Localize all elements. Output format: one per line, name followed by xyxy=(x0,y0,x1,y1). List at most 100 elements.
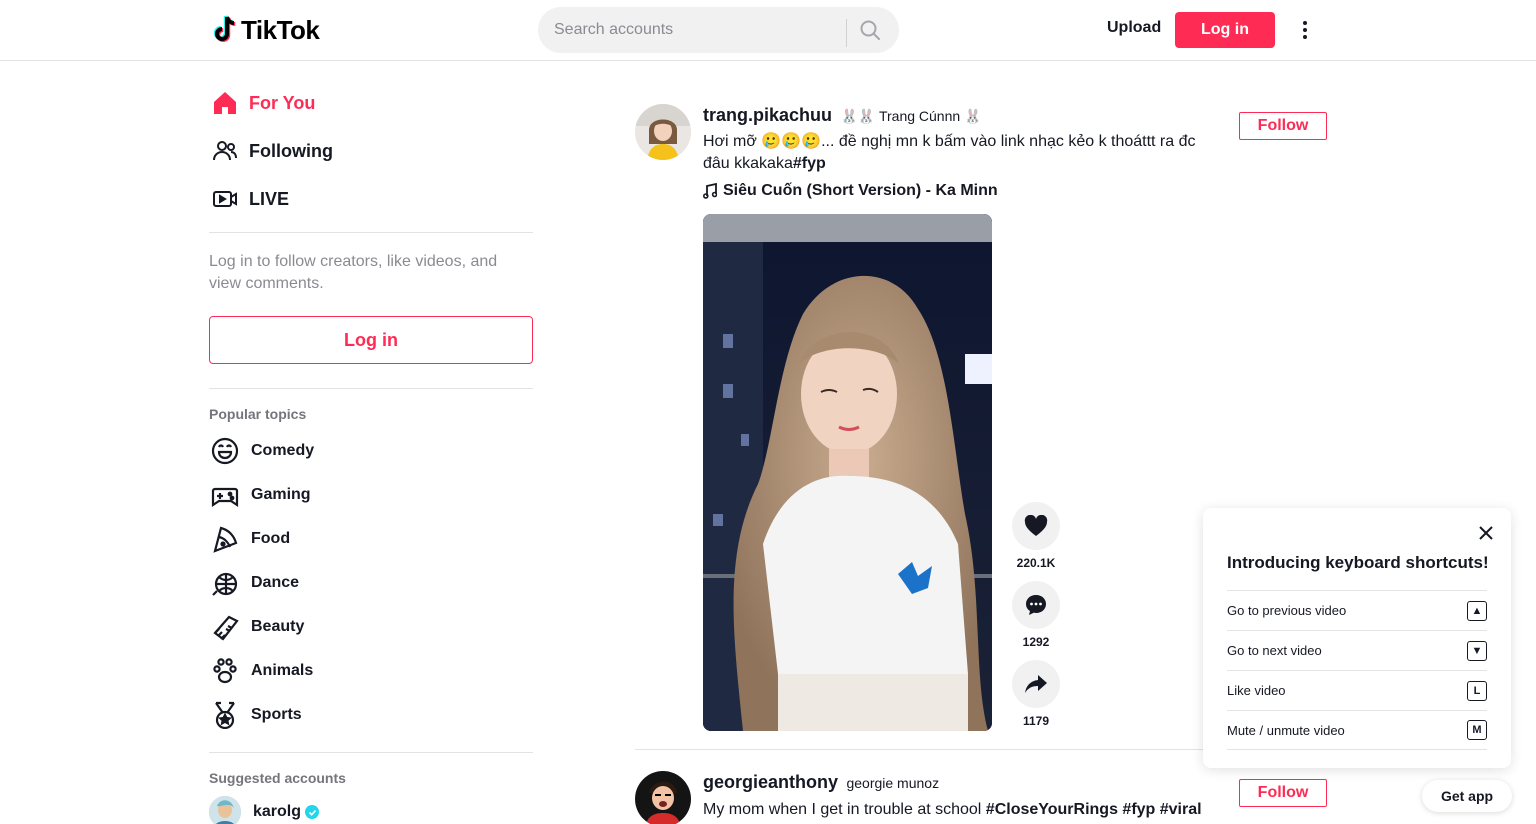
l-key-icon: L xyxy=(1467,680,1487,701)
share-icon xyxy=(1025,675,1047,693)
author-nickname[interactable]: georgie munoz xyxy=(846,775,939,791)
header-login-button[interactable]: Log in xyxy=(1175,12,1275,48)
topic-label: Gaming xyxy=(251,486,311,503)
comment-icon xyxy=(1026,595,1046,615)
share-button[interactable] xyxy=(1012,660,1060,708)
author-username[interactable]: georgieanthony xyxy=(703,772,838,792)
sidebar: For You Following LIVE Log in to follow … xyxy=(209,61,533,824)
popular-topics-title: Popular topics xyxy=(209,406,307,422)
suggested-accounts-title: Suggested accounts xyxy=(209,770,346,786)
like-action: 220.1K xyxy=(1012,502,1060,570)
live-icon xyxy=(209,183,241,215)
comment-count: 1292 xyxy=(1022,635,1050,649)
music-link[interactable]: Siêu Cuốn (Short Version) - Ka Minn xyxy=(703,182,998,200)
search-button[interactable] xyxy=(856,18,884,42)
music-note-icon xyxy=(703,183,717,199)
search-input[interactable] xyxy=(554,7,844,53)
follow-button[interactable]: Follow xyxy=(1239,779,1327,807)
nav-label: LIVE xyxy=(249,188,290,209)
avatar[interactable] xyxy=(635,104,691,160)
topic-label: Beauty xyxy=(251,618,305,635)
topic-dance[interactable]: Dance xyxy=(209,565,533,601)
author-line: trang.pikachuu 🐰🐰 Trang Cúnnn 🐰 xyxy=(703,105,982,126)
topic-label: Animals xyxy=(251,662,314,679)
like-count: 220.1K xyxy=(1016,556,1056,570)
brand-name: TikTok xyxy=(241,14,320,45)
avatar[interactable] xyxy=(635,771,691,824)
sidebar-divider xyxy=(209,752,533,753)
author-username[interactable]: trang.pikachuu xyxy=(703,105,832,125)
topic-beauty[interactable]: Beauty xyxy=(209,609,533,645)
home-icon xyxy=(209,87,241,119)
food-icon xyxy=(209,523,241,555)
nav-label: Following xyxy=(249,140,333,161)
search-bar xyxy=(538,7,899,53)
gaming-icon xyxy=(209,479,241,511)
shortcut-row: Go to next video ▼ xyxy=(1227,630,1487,670)
upload-link[interactable]: Upload xyxy=(1107,19,1161,37)
verified-badge-icon xyxy=(305,805,320,819)
like-button[interactable] xyxy=(1012,502,1060,550)
post-caption: My mom when I get in trouble at school #… xyxy=(703,799,1203,821)
post-caption: Hơi mỡ 🥲🥲🥲... đề nghị mn k bấm vào link … xyxy=(703,131,1203,175)
suggested-account[interactable]: karolg xyxy=(209,796,320,824)
comment-action: 1292 xyxy=(1012,581,1060,649)
shortcut-row: Mute / unmute video M xyxy=(1227,710,1487,750)
topic-comedy[interactable]: Comedy xyxy=(209,433,533,469)
sidebar-login-button[interactable]: Log in xyxy=(209,316,533,364)
dance-icon xyxy=(209,567,241,599)
shortcut-label: Go to next video xyxy=(1227,643,1322,658)
shortcut-row: Go to previous video ▲ xyxy=(1227,590,1487,630)
share-count: 1179 xyxy=(1022,714,1050,728)
topic-label: Comedy xyxy=(251,442,315,459)
topic-label: Food xyxy=(251,530,291,547)
m-key-icon: M xyxy=(1467,720,1487,740)
shortcut-label: Mute / unmute video xyxy=(1227,722,1345,738)
heart-icon xyxy=(1024,515,1048,536)
hashtag-link[interactable]: #CloseYourRings #fyp #viral xyxy=(986,801,1202,818)
author-line: georgieanthony georgie munoz xyxy=(703,772,939,793)
close-icon xyxy=(1479,526,1493,540)
search-divider xyxy=(846,19,847,47)
share-action: 1179 xyxy=(1012,660,1060,728)
shortcuts-title: Introducing keyboard shortcuts! xyxy=(1227,553,1489,572)
topic-label: Sports xyxy=(251,706,302,723)
tiktok-note-icon xyxy=(213,15,236,42)
shortcut-row: Like video L xyxy=(1227,670,1487,710)
sidebar-divider xyxy=(209,232,533,233)
topic-gaming[interactable]: Gaming xyxy=(209,477,533,513)
video-player[interactable] xyxy=(703,214,992,731)
nav-for-you[interactable]: For You xyxy=(209,83,533,123)
follow-button[interactable]: Follow xyxy=(1239,112,1327,140)
keyboard-shortcuts-popup: Introducing keyboard shortcuts! Go to pr… xyxy=(1203,508,1511,768)
sidebar-divider xyxy=(209,388,533,389)
nav-label: For You xyxy=(249,92,316,113)
shortcut-label: Like video xyxy=(1227,683,1286,698)
comedy-icon xyxy=(209,435,241,467)
comment-button[interactable] xyxy=(1012,581,1060,629)
beauty-icon xyxy=(209,611,241,643)
feed-divider xyxy=(635,749,1215,750)
vertical-dots-icon xyxy=(1303,21,1307,39)
topic-food[interactable]: Food xyxy=(209,521,533,557)
hashtag-link[interactable]: #fyp xyxy=(793,155,826,172)
more-menu-button[interactable] xyxy=(1292,17,1318,43)
get-app-button[interactable]: Get app xyxy=(1422,780,1512,812)
sports-icon xyxy=(209,699,241,731)
following-icon xyxy=(209,135,241,167)
tiktok-logo[interactable]: TikTok xyxy=(212,14,320,46)
close-button[interactable] xyxy=(1477,524,1495,542)
topic-label: Dance xyxy=(251,574,300,591)
caption-text: My mom when I get in trouble at school xyxy=(703,801,986,818)
suggested-account-name: karolg xyxy=(253,803,302,820)
arrow-up-key-icon: ▲ xyxy=(1467,600,1487,621)
search-icon xyxy=(860,20,880,40)
animals-icon xyxy=(209,655,241,687)
topic-animals[interactable]: Animals xyxy=(209,653,533,689)
arrow-down-key-icon: ▼ xyxy=(1467,640,1487,661)
nav-following[interactable]: Following xyxy=(209,131,533,171)
author-nickname[interactable]: 🐰🐰 Trang Cúnnn 🐰 xyxy=(840,108,981,124)
video-frame xyxy=(703,214,992,731)
nav-live[interactable]: LIVE xyxy=(209,179,533,219)
topic-sports[interactable]: Sports xyxy=(209,697,533,733)
